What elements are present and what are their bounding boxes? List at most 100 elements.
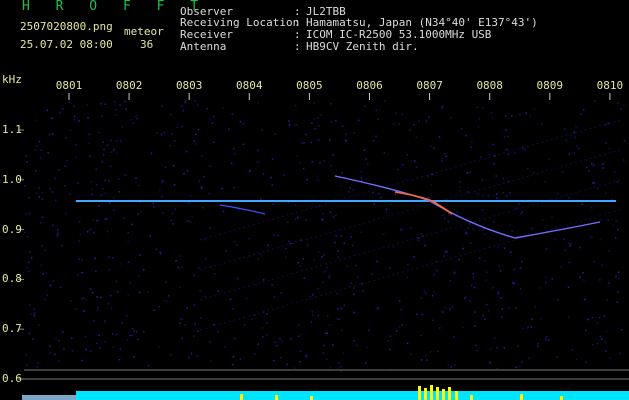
noise-speck — [150, 152, 153, 154]
noise-speck — [398, 123, 400, 125]
noise-speck — [35, 170, 37, 172]
noise-speck — [580, 113, 582, 115]
noise-speck — [575, 126, 577, 128]
noise-speck — [329, 366, 332, 369]
noise-speck — [303, 142, 305, 144]
noise-speck — [335, 120, 337, 122]
noise-speck — [73, 105, 75, 108]
noise-speck — [353, 293, 355, 296]
noise-speck — [175, 260, 177, 262]
noise-speck — [599, 279, 601, 281]
noise-speck — [501, 316, 503, 318]
noise-speck — [363, 149, 366, 151]
noise-speck — [383, 233, 385, 235]
noise-speck — [42, 273, 44, 275]
noise-speck — [212, 323, 215, 326]
noise-speck — [378, 193, 380, 195]
noise-speck — [322, 219, 324, 222]
noise-speck — [242, 122, 245, 125]
noise-speck — [616, 102, 619, 104]
noise-speck — [40, 264, 43, 266]
noise-speck — [176, 126, 178, 129]
noise-speck — [350, 236, 352, 238]
noise-speck — [470, 284, 473, 287]
noise-speck — [358, 119, 360, 122]
noise-speck — [469, 242, 472, 244]
noise-speck — [579, 246, 581, 249]
noise-speck — [276, 344, 278, 347]
noise-speck — [161, 105, 163, 107]
noise-speck — [577, 147, 580, 150]
noise-speck — [114, 109, 117, 111]
noise-speck — [203, 175, 205, 178]
noise-speck — [96, 296, 98, 298]
noise-speck — [106, 230, 109, 233]
time-tick-label: 0810 — [596, 79, 624, 92]
noise-speck — [544, 281, 547, 284]
noise-speck — [251, 318, 253, 321]
noise-speck — [323, 160, 325, 162]
noise-speck — [261, 327, 264, 329]
noise-speck — [556, 356, 558, 358]
noise-speck — [52, 280, 54, 282]
noise-speck — [433, 290, 435, 293]
noise-speck — [136, 331, 138, 333]
noise-speck — [92, 291, 94, 294]
noise-speck — [185, 150, 188, 153]
noise-speck — [159, 251, 161, 254]
noise-speck — [65, 213, 67, 215]
noise-speck — [110, 307, 113, 310]
noise-speck — [64, 165, 67, 167]
noise-speck — [609, 357, 611, 359]
noise-speck — [473, 286, 476, 289]
noise-speck — [426, 359, 428, 361]
noise-speck — [593, 163, 595, 166]
noise-speck — [139, 254, 141, 256]
noise-speck — [444, 306, 446, 309]
noise-speck — [449, 308, 451, 310]
noise-speck — [341, 329, 343, 332]
noise-speck — [337, 256, 340, 259]
noise-speck — [38, 187, 40, 189]
noise-speck — [58, 339, 60, 342]
noise-speck — [492, 221, 495, 223]
noise-speck — [482, 228, 485, 230]
noise-speck — [257, 258, 259, 260]
noise-speck — [301, 142, 304, 144]
noise-speck — [529, 115, 531, 118]
noise-speck — [317, 117, 319, 119]
noise-speck — [196, 355, 198, 357]
noise-speck — [132, 122, 134, 124]
noise-speck — [83, 310, 85, 312]
noise-speck — [90, 181, 93, 183]
noise-speck — [564, 128, 566, 130]
noise-speck — [157, 205, 160, 207]
noise-speck — [619, 352, 621, 355]
noise-speck — [385, 208, 388, 210]
noise-speck — [480, 156, 482, 158]
noise-speck — [318, 204, 320, 207]
noise-speck — [470, 146, 473, 149]
noise-speck — [592, 343, 594, 346]
noise-speck — [98, 131, 100, 134]
noise-speck — [397, 168, 399, 171]
noise-speck — [138, 291, 141, 294]
noise-speck — [617, 291, 619, 293]
noise-speck — [129, 282, 131, 284]
noise-speck — [554, 238, 556, 241]
noise-speck — [115, 139, 118, 142]
noise-speck — [266, 334, 268, 336]
noise-speck — [294, 218, 296, 221]
noise-speck — [114, 114, 117, 116]
noise-speck — [520, 213, 522, 215]
noise-speck — [181, 125, 183, 128]
noise-speck — [138, 184, 140, 187]
noise-speck — [38, 196, 41, 198]
noise-speck — [571, 349, 574, 351]
noise-speck — [329, 275, 331, 277]
noise-speck — [352, 244, 354, 247]
noise-speck — [133, 330, 136, 332]
noise-speck — [503, 136, 506, 138]
noise-speck — [493, 162, 495, 165]
noise-speck — [343, 304, 346, 307]
